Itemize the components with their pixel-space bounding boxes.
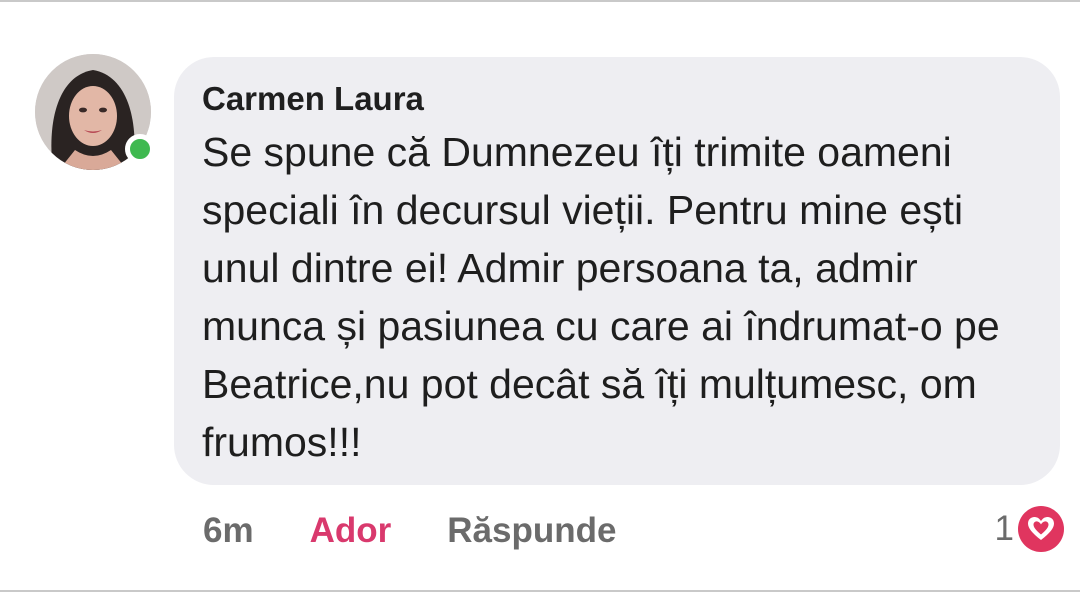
comment-screenshot: Carmen Laura Se spune că Dumnezeu îți tr… xyxy=(0,0,1080,592)
comment-actions: 6m Ador Răspunde xyxy=(203,508,616,554)
reaction-count: 1 xyxy=(994,509,1014,548)
avatar[interactable] xyxy=(35,54,155,170)
heart-care-icon xyxy=(1018,506,1064,552)
react-button[interactable]: Ador xyxy=(310,511,392,551)
reaction-summary[interactable]: 1 xyxy=(995,504,1064,554)
comment-text: Se spune că Dumnezeu îți trimite oameni … xyxy=(202,129,1000,465)
comment-timestamp[interactable]: 6m xyxy=(203,511,254,551)
comment-bubble: Carmen Laura Se spune că Dumnezeu îți tr… xyxy=(174,57,1060,485)
reply-button[interactable]: Răspunde xyxy=(447,511,616,551)
online-status-dot xyxy=(125,134,155,164)
comment-author[interactable]: Carmen Laura xyxy=(202,79,1032,119)
